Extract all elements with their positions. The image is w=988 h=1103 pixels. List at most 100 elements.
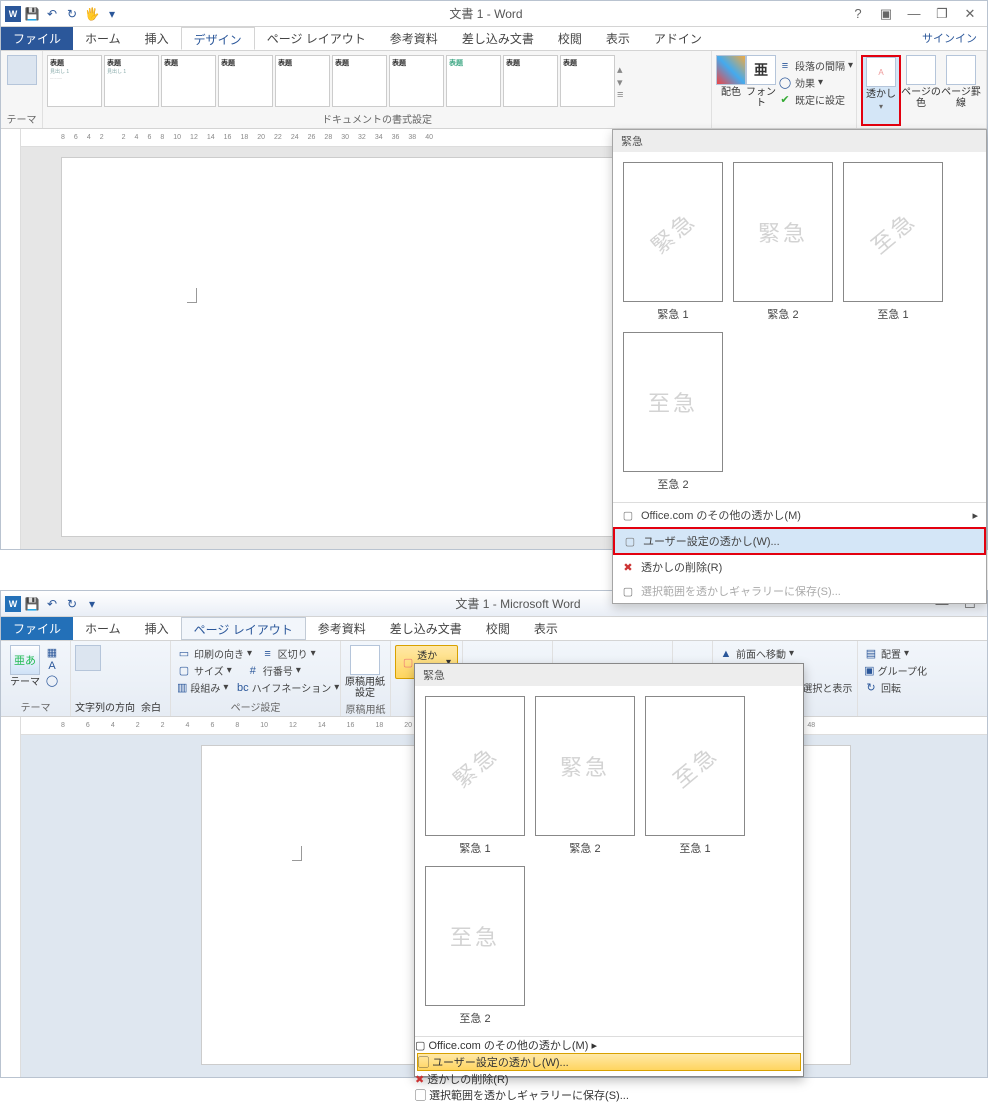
watermark-thumb[interactable]: 至急 至急 2	[623, 332, 723, 492]
tab-insert[interactable]: 挿入	[133, 27, 181, 50]
undo-icon[interactable]: ↶	[43, 5, 61, 23]
redo-icon[interactable]: ↻	[63, 595, 81, 613]
help-button[interactable]: ?	[847, 6, 869, 22]
theme-tile[interactable]: 表題	[218, 55, 273, 107]
page[interactable]	[61, 157, 621, 537]
chevron-right-icon: ▸	[972, 509, 978, 522]
save-selection-icon: ▢	[621, 584, 635, 598]
menu-custom-watermark[interactable]: ▢ ユーザー設定の透かし(W)...	[613, 527, 986, 555]
theme-tile[interactable]: 表題	[275, 55, 330, 107]
manuscript-icon	[350, 645, 380, 675]
tab-mailmerge[interactable]: 差し込み文書	[378, 617, 474, 640]
tab-addin[interactable]: アドイン	[642, 27, 714, 50]
document-area: 8642246810121416182022242628303234363840…	[1, 717, 987, 1077]
orient-icon: ▭	[177, 647, 191, 661]
page-color-button[interactable]: ページの色	[901, 55, 941, 126]
paragraph-spacing-button[interactable]: ≡段落の間隔 ▾	[776, 57, 855, 74]
theme-tile[interactable]: 表題 見出し 1	[104, 55, 159, 107]
themes-button[interactable]	[5, 55, 38, 109]
watermark-thumb[interactable]: 至急 至急 1	[843, 162, 943, 322]
rotate-icon: ↻	[864, 681, 878, 695]
tab-home[interactable]: ホーム	[73, 617, 133, 640]
tab-home[interactable]: ホーム	[73, 27, 133, 50]
undo-icon[interactable]: ↶	[43, 595, 61, 613]
touch-icon[interactable]: 🖐	[83, 5, 101, 23]
effects-icon: ◯	[778, 76, 792, 90]
fonts-button[interactable]: 亜 フォント	[746, 55, 776, 126]
effects-button[interactable]: ◯効果 ▾	[776, 74, 855, 91]
tab-file[interactable]: ファイル	[1, 27, 73, 50]
theme-tile[interactable]: 表題 見出し 1 ...........	[47, 55, 102, 107]
watermark-thumb[interactable]: 至急 至急 2	[425, 866, 525, 1026]
qat-dropdown-icon[interactable]: ▾	[103, 5, 121, 23]
ribbon-display-button[interactable]: ▣	[875, 6, 897, 22]
restore-button[interactable]: ❐	[931, 6, 953, 22]
gallery-up-icon[interactable]: ▴	[617, 63, 631, 76]
theme-fonts-icon[interactable]: A	[45, 659, 59, 673]
page-border-button[interactable]: ページ罫線	[941, 55, 981, 126]
tab-mailmerge[interactable]: 差し込み文書	[450, 27, 546, 50]
theme-tile[interactable]: 表題	[332, 55, 387, 107]
watermark-gallery: 緊急 緊急 緊急 1 緊急 緊急 2 至急 至急 1 至急 至急 2	[612, 129, 987, 604]
save-icon[interactable]: 💾	[23, 5, 41, 23]
theme-colors-icon[interactable]: ▦	[45, 645, 59, 659]
menu-office-more[interactable]: ▢ Office.com のその他の透かし(M) ▸	[415, 1037, 803, 1053]
tab-insert[interactable]: 挿入	[133, 617, 181, 640]
remove-icon: ✖	[415, 1074, 424, 1086]
save-icon[interactable]: 💾	[23, 595, 41, 613]
page-corner-mark	[292, 846, 302, 861]
theme-tile[interactable]: 表題	[389, 55, 444, 107]
tab-design[interactable]: デザイン	[181, 27, 255, 50]
tab-review[interactable]: 校閲	[546, 27, 594, 50]
theme-tile[interactable]: 表題	[446, 55, 501, 107]
align-button[interactable]: ▤配置 ▾	[862, 645, 929, 662]
menu-remove-watermark[interactable]: ✖ 透かしの削除(R)	[415, 1071, 803, 1087]
textdir-icon	[75, 645, 101, 671]
watermark-button[interactable]: A 透かし ▾	[861, 55, 901, 126]
watermark-thumb[interactable]: 緊急 緊急 2	[535, 696, 635, 856]
menu-remove-watermark[interactable]: ✖ 透かしの削除(R)	[613, 555, 986, 579]
tab-review[interactable]: 校閲	[474, 617, 522, 640]
theme-tile[interactable]: 表題	[503, 55, 558, 107]
size-button[interactable]: ▢サイズ ▾ #行番号 ▾	[175, 662, 336, 679]
qat-dropdown-icon[interactable]: ▾	[83, 595, 101, 613]
themes-button[interactable]: 亜あ テーマ	[5, 645, 45, 697]
page-icon: ▢	[415, 1040, 425, 1052]
page-icon: ▢	[621, 508, 635, 522]
set-default-button[interactable]: ✔既定に設定	[776, 91, 855, 108]
theme-tile[interactable]: 表題	[161, 55, 216, 107]
gallery-down-icon[interactable]: ▾	[617, 76, 631, 89]
tab-reference[interactable]: 参考資料	[306, 617, 378, 640]
watermark-icon: ▢	[402, 655, 414, 669]
columns-button[interactable]: ▥段組み ▾ bcハイフネーション ▾	[175, 679, 336, 696]
watermark-thumb[interactable]: 至急 至急 1	[645, 696, 745, 856]
tab-pagelayout[interactable]: ページ レイアウト	[181, 617, 306, 640]
manuscript-button[interactable]: 原稿用紙設定	[345, 645, 385, 699]
watermark-thumb[interactable]: 緊急 緊急 2	[733, 162, 833, 322]
signin-link[interactable]: サインイン	[912, 27, 987, 50]
linenum-icon: #	[246, 664, 260, 678]
remove-icon: ✖	[621, 560, 635, 574]
tab-pagelayout[interactable]: ページ レイアウト	[255, 27, 378, 50]
tab-view[interactable]: 表示	[522, 617, 570, 640]
close-button[interactable]: ✕	[959, 6, 981, 22]
bring-forward-button[interactable]: ▲前面へ移動 ▾	[717, 645, 853, 662]
menu-custom-watermark[interactable]: ▢ ユーザー設定の透かし(W)...	[417, 1053, 801, 1071]
tab-reference[interactable]: 参考資料	[378, 27, 450, 50]
redo-icon[interactable]: ↻	[63, 5, 81, 23]
tab-file[interactable]: ファイル	[1, 617, 73, 640]
colors-button[interactable]: 配色	[716, 55, 746, 126]
watermark-thumb[interactable]: 緊急 緊急 1	[425, 696, 525, 856]
rotate-button[interactable]: ↻回転	[862, 679, 929, 696]
orient-button[interactable]: ▭印刷の向き ▾ ≡区切り ▾	[175, 645, 336, 662]
theme-tile[interactable]: 表題	[560, 55, 615, 107]
watermark-thumb[interactable]: 緊急 緊急 1	[623, 162, 723, 322]
group-button[interactable]: ▣グループ化	[862, 662, 929, 679]
textdir-button[interactable]	[75, 645, 166, 671]
minimize-button[interactable]: —	[903, 6, 925, 22]
theme-effects-icon[interactable]: ◯	[45, 673, 59, 687]
tab-view[interactable]: 表示	[594, 27, 642, 50]
menu-office-more[interactable]: ▢ Office.com のその他の透かし(M) ▸	[613, 503, 986, 527]
gallery-more-icon[interactable]: ≡	[617, 89, 631, 101]
watermark-icon: ▢	[418, 1057, 429, 1069]
